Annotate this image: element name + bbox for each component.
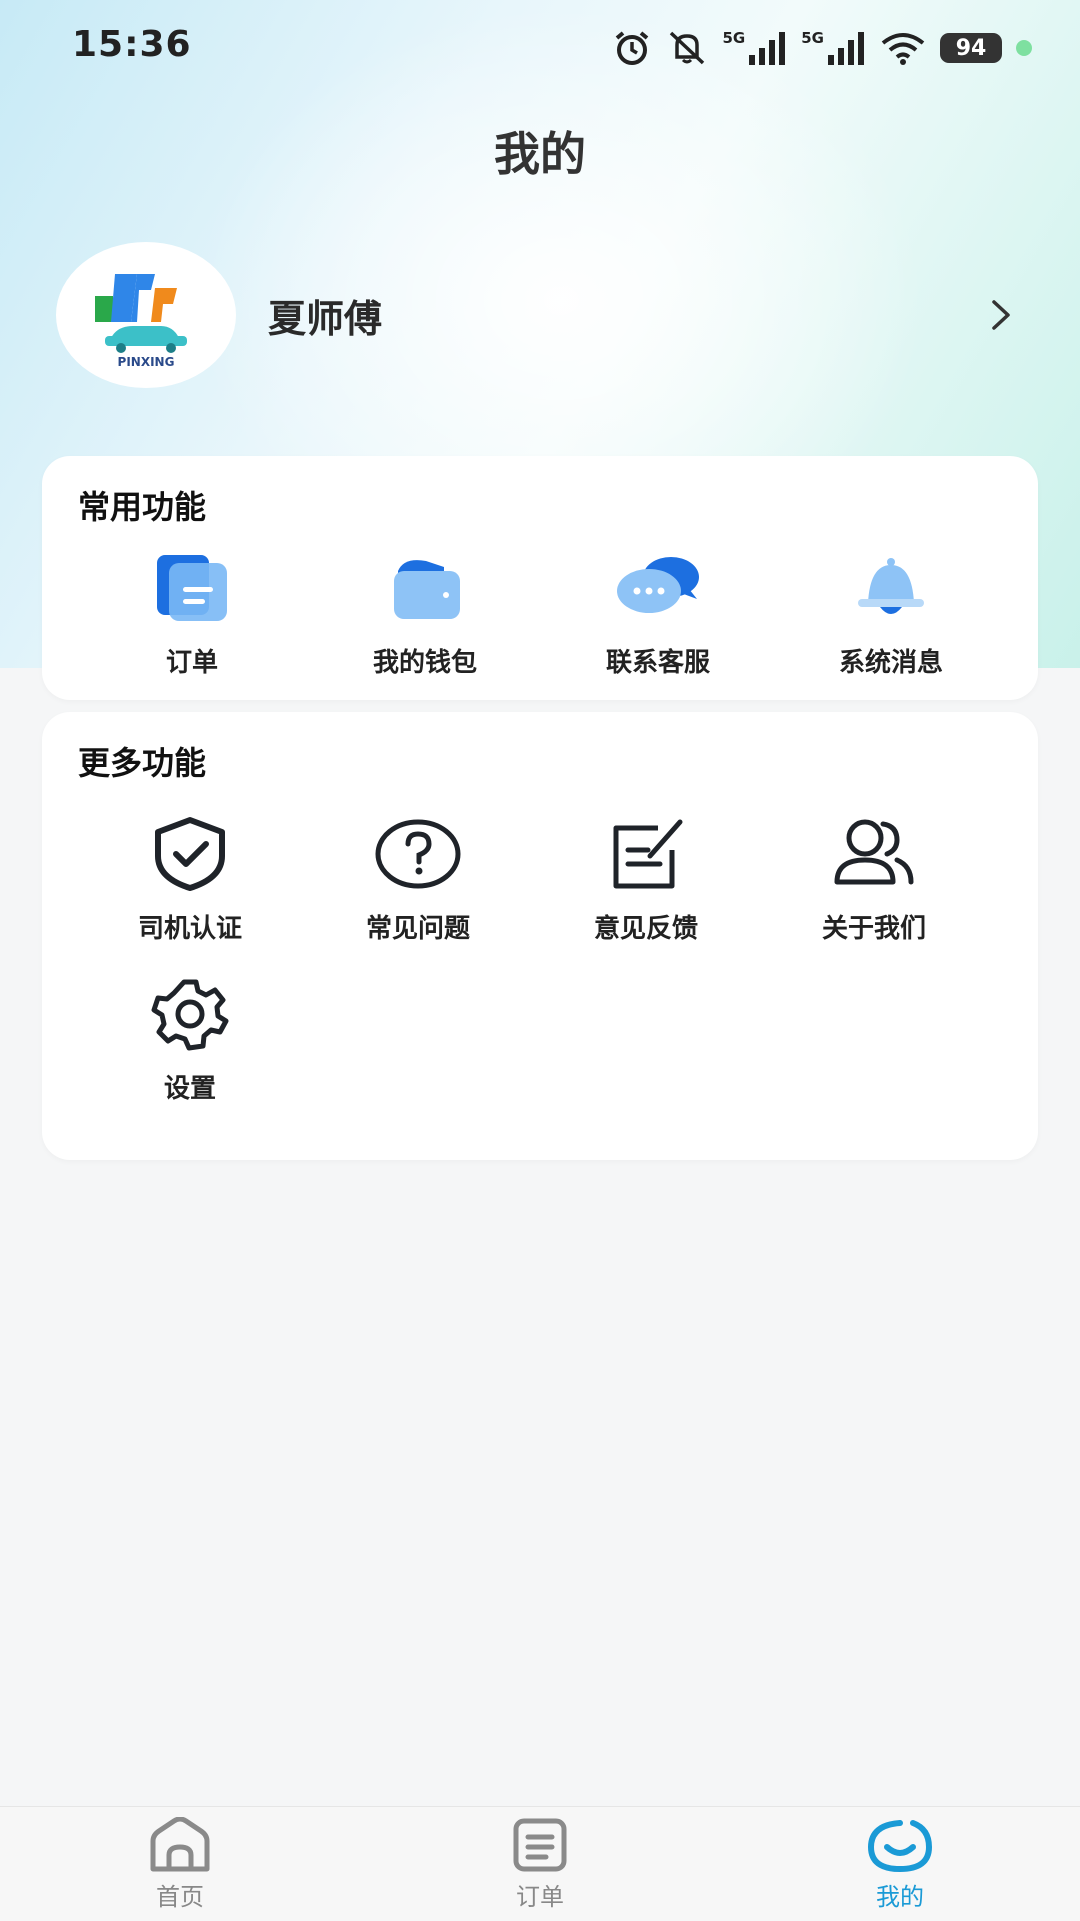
- bell-icon: [858, 558, 924, 614]
- function-driver-certification-label: 司机认证: [137, 914, 242, 944]
- pinxing-logo: PINXING: [95, 274, 187, 369]
- chevron-right-icon[interactable]: [976, 290, 1024, 340]
- status-bar: 15:36 5G 5G 94: [0, 0, 1080, 96]
- tab-mine-label: 我的: [876, 1883, 924, 1911]
- wallet-icon: [394, 560, 460, 619]
- common-functions-card: 常用功能 订单 我的钱包 联系客服 系统消息: [42, 456, 1038, 700]
- signal-icon: [749, 32, 786, 65]
- page-title: 我的: [494, 127, 586, 181]
- function-feedback[interactable]: 意见反馈: [536, 814, 756, 945]
- order-doc-icon: [157, 555, 227, 621]
- bottom-tab-bar: 首页 订单 我的: [0, 1806, 1080, 1921]
- more-functions-card: 更多功能 司机认证 常见问题 意见反馈 关于我们 设置: [42, 712, 1038, 1160]
- status-time: 15:36: [72, 24, 192, 65]
- function-wallet-label: 我的钱包: [372, 648, 477, 678]
- function-settings-label: 设置: [163, 1074, 216, 1104]
- tab-home-label: 首页: [156, 1883, 204, 1911]
- function-customer-service-label: 联系客服: [605, 648, 710, 678]
- home-icon: [150, 1817, 210, 1872]
- function-feedback-label: 意见反馈: [593, 914, 698, 944]
- tab-orders-label: 订单: [516, 1883, 564, 1911]
- orders-icon: [513, 1818, 567, 1872]
- profile-row[interactable]: PINXING 夏师傅: [56, 242, 1024, 390]
- chat-bubbles-icon: [617, 557, 699, 613]
- status-icons: 5G 5G 94: [613, 28, 1032, 68]
- network-label-2: 5G: [801, 29, 824, 47]
- avatar[interactable]: PINXING: [56, 242, 236, 388]
- function-settings[interactable]: 设置: [80, 974, 300, 1105]
- alarm-icon: [615, 31, 648, 65]
- gear-icon: [151, 979, 229, 1051]
- signal-icon-2: [828, 32, 864, 65]
- function-faq-label: 常见问题: [365, 914, 470, 944]
- tab-home[interactable]: 首页: [80, 1815, 280, 1912]
- function-system-message[interactable]: 系统消息: [781, 548, 1001, 679]
- status-dot: [1016, 40, 1032, 56]
- function-faq[interactable]: 常见问题: [308, 814, 528, 945]
- function-about-us-label: 关于我们: [821, 914, 926, 944]
- function-about-us[interactable]: 关于我们: [764, 814, 984, 945]
- function-driver-certification[interactable]: 司机认证: [80, 814, 300, 945]
- function-order[interactable]: 订单: [82, 548, 302, 679]
- wifi-icon: [881, 33, 925, 65]
- battery-indicator: 94: [940, 33, 1002, 63]
- tab-orders[interactable]: 订单: [440, 1815, 640, 1912]
- profile-name: 夏师傅: [268, 297, 383, 341]
- function-system-message-label: 系统消息: [838, 648, 943, 678]
- function-order-label: 订单: [165, 648, 218, 678]
- mute-icon: [669, 31, 704, 65]
- users-icon: [834, 819, 914, 885]
- common-functions-title: 常用功能: [78, 488, 207, 526]
- tab-mine[interactable]: 我的: [800, 1815, 1000, 1912]
- shield-check-icon: [155, 817, 225, 891]
- function-wallet[interactable]: 我的钱包: [315, 548, 535, 679]
- network-label-1: 5G: [722, 29, 746, 47]
- question-icon: [375, 819, 461, 889]
- function-customer-service[interactable]: 联系客服: [548, 548, 768, 679]
- mine-icon: [867, 1820, 933, 1873]
- more-functions-title: 更多功能: [78, 744, 207, 782]
- feedback-edit-icon: [613, 819, 683, 889]
- logo-text: PINXING: [118, 355, 175, 369]
